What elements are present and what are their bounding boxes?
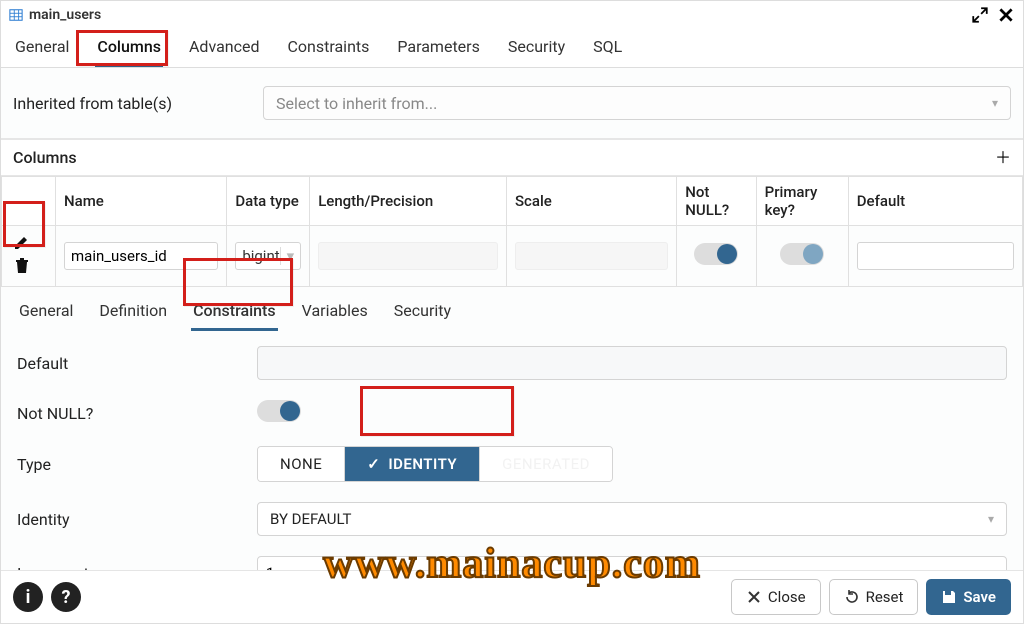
tab-general[interactable]: General: [13, 31, 71, 67]
inherit-select[interactable]: Select to inherit from... ▾: [263, 86, 1011, 120]
col-name-header: Name: [56, 177, 227, 226]
close-x-icon: [746, 589, 762, 605]
chevron-down-icon: ▾: [280, 247, 295, 265]
reset-button[interactable]: Reset: [829, 579, 919, 615]
tab-sql[interactable]: SQL: [591, 31, 624, 67]
subtab-general[interactable]: General: [17, 297, 75, 331]
info-button[interactable]: i: [13, 582, 43, 612]
col-datatype-header: Data type: [227, 177, 310, 226]
identity-select[interactable]: BY DEFAULT ▾: [257, 502, 1007, 536]
table-row: bigint ▾: [2, 226, 1023, 287]
identity-value: BY DEFAULT: [270, 510, 352, 528]
col-default-header: Default: [848, 177, 1022, 226]
close-button[interactable]: Close: [731, 579, 821, 615]
inherit-label: Inherited from table(s): [13, 94, 243, 113]
tab-parameters[interactable]: Parameters: [395, 31, 481, 67]
reset-icon: [844, 589, 860, 605]
col-scale-header: Scale: [506, 177, 676, 226]
main-tabs: General Columns Advanced Constraints Par…: [1, 27, 1023, 68]
constraints-form: Default Not NULL? Type NONE ✓ IDENTITY GE…: [1, 332, 1023, 570]
tab-security[interactable]: Security: [506, 31, 567, 67]
col-notnull-header: Not NULL?: [677, 177, 756, 226]
columns-section-header: Columns ＋: [1, 139, 1023, 176]
save-icon: [941, 589, 957, 605]
check-icon: ✓: [367, 455, 380, 473]
dialog-footer: i ? Close Reset Save: [1, 570, 1023, 623]
default-field[interactable]: [257, 346, 1007, 380]
tab-columns[interactable]: Columns: [95, 31, 163, 67]
default-input[interactable]: [857, 242, 1014, 270]
chevron-down-icon: ▾: [988, 512, 994, 526]
add-column-button[interactable]: ＋: [995, 150, 1011, 166]
columns-table: Name Data type Length/Precision Scale No…: [1, 176, 1023, 287]
notnull-toggle[interactable]: [694, 243, 738, 265]
col-length-header: Length/Precision: [310, 177, 507, 226]
edit-row-icon[interactable]: [12, 232, 32, 252]
pk-toggle[interactable]: [780, 243, 824, 265]
subtab-definition[interactable]: Definition: [97, 297, 169, 331]
inherit-row: Inherited from table(s) Select to inheri…: [1, 68, 1023, 139]
delete-row-icon[interactable]: [12, 256, 32, 276]
reset-label: Reset: [866, 588, 904, 606]
col-tools-header: [2, 177, 56, 226]
notnull-form-toggle[interactable]: [257, 400, 301, 422]
tab-advanced[interactable]: Advanced: [187, 31, 262, 67]
close-label: Close: [768, 588, 806, 606]
expand-icon[interactable]: [971, 6, 989, 24]
increment-field[interactable]: [257, 556, 1007, 570]
column-subtabs: General Definition Constraints Variables…: [1, 287, 1023, 332]
subtab-security[interactable]: Security: [392, 297, 453, 331]
close-icon[interactable]: [997, 6, 1015, 24]
type-button-group: NONE ✓ IDENTITY GENERATED: [257, 446, 613, 482]
subtab-constraints[interactable]: Constraints: [191, 297, 278, 331]
chevron-down-icon: ▾: [992, 96, 998, 110]
type-label: Type: [17, 455, 257, 474]
default-label: Default: [17, 354, 257, 373]
datatype-value: bigint: [242, 247, 279, 265]
col-pk-header: Primary key?: [756, 177, 848, 226]
save-button[interactable]: Save: [926, 579, 1011, 615]
type-generated[interactable]: GENERATED: [479, 447, 612, 481]
datatype-select[interactable]: bigint ▾: [235, 242, 301, 270]
length-input: [318, 242, 498, 270]
identity-seg-label: IDENTITY: [388, 455, 457, 473]
help-button[interactable]: ?: [51, 582, 81, 612]
table-icon: [9, 8, 23, 22]
notnull-label: Not NULL?: [17, 404, 257, 423]
type-none[interactable]: NONE: [258, 447, 344, 481]
type-identity[interactable]: ✓ IDENTITY: [344, 447, 479, 481]
columns-title: Columns: [13, 148, 77, 167]
inherit-placeholder: Select to inherit from...: [276, 94, 437, 113]
subtab-variables[interactable]: Variables: [300, 297, 370, 331]
window-title: main_users: [29, 7, 101, 23]
name-input[interactable]: [64, 242, 218, 270]
save-label: Save: [963, 588, 996, 606]
titlebar: main_users: [1, 1, 1023, 27]
tab-constraints[interactable]: Constraints: [286, 31, 372, 67]
scale-input: [515, 242, 668, 270]
identity-label: Identity: [17, 510, 257, 529]
